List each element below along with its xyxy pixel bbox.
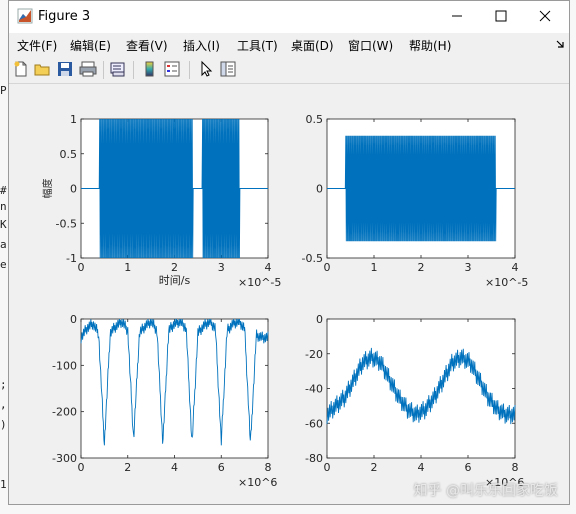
y-tick-label: 1 (70, 113, 77, 126)
minimize-button[interactable] (435, 1, 479, 31)
pointer-icon[interactable] (197, 60, 215, 78)
x-tick-label: 4 (265, 261, 272, 274)
y-tick-label: -200 (52, 406, 77, 419)
bg-fragment: 1 (0, 478, 7, 491)
toolbar-separator (103, 61, 104, 79)
axes-bottom-right[interactable]: 0 2 4 6 8-80-60-40-200×10^6 (305, 313, 524, 489)
axes-top-left[interactable]: 0 1 2 3 4 -1 -0.5 0 0.5 1 ×10^-5 时间/s 幅度 (41, 113, 281, 289)
x-tick-label: 1 (124, 261, 131, 274)
x-tick-label: 2 (171, 261, 178, 274)
x-tick-label: 1 (371, 261, 378, 274)
x-tick-label: 0 (324, 461, 331, 474)
x-tick-label: 0 (78, 461, 85, 474)
minimize-icon (452, 15, 462, 17)
property-editor-icon[interactable] (219, 60, 237, 78)
x-tick-label: 3 (218, 261, 225, 274)
y-tick-label: -60 (305, 417, 323, 430)
figure-canvas: 0 1 2 3 4-1-0.500.51×10^-5时间/s幅度0 1 2 3 4-0.500.… (41, 113, 529, 489)
y-tick-label: -40 (305, 383, 323, 396)
y-tick-label: 0 (70, 183, 77, 196)
series-line (327, 135, 515, 242)
save-icon[interactable] (56, 60, 74, 78)
x-tick-label: 6 (465, 461, 472, 474)
x-tick-label: 4 (418, 461, 425, 474)
axes-frame (80, 318, 269, 459)
x-tick-label: 8 (512, 461, 519, 474)
x-tick-label: 8 (265, 461, 272, 474)
y-axis-label: 幅度 (41, 179, 54, 199)
x-tick-label: 6 (218, 461, 225, 474)
watermark: 知乎 @叫乐乐回家吃饭 (413, 483, 558, 499)
title-bar[interactable]: Figure 3 (9, 1, 569, 33)
menu-tools[interactable]: 工具(T) (237, 37, 278, 54)
menu-insert[interactable]: 插入(I) (183, 37, 220, 54)
y-tick-label: 0 (316, 313, 323, 326)
axes-top-right[interactable]: 0 1 2 3 4-0.500.5×10^-5 (302, 113, 529, 289)
x-axis-label: 时间/s (159, 274, 191, 287)
toolbar-separator (133, 61, 134, 79)
bg-fragment: K (0, 218, 7, 231)
new-figure-icon[interactable] (12, 60, 30, 78)
print-icon[interactable] (79, 60, 97, 78)
x-exponent-label: ×10^6 (238, 476, 277, 489)
y-tick-label: 0.5 (306, 113, 324, 126)
menu-desktop[interactable]: 桌面(D) (291, 37, 334, 54)
menu-edit[interactable]: 编辑(E) (70, 37, 111, 54)
y-tick-label: -80 (305, 452, 323, 465)
bg-fragment: P (0, 84, 7, 97)
close-button[interactable] (523, 1, 567, 31)
x-tick-label: 2 (124, 461, 131, 474)
y-tick-label: 0 (70, 313, 77, 326)
bg-fragment: a (0, 238, 7, 251)
open-file-icon[interactable] (33, 60, 51, 78)
y-tick-label: -100 (52, 359, 77, 372)
y-tick-label: -20 (305, 348, 323, 361)
x-exponent-label: ×10^-5 (238, 276, 281, 289)
menu-file[interactable]: 文件(F) (17, 37, 57, 54)
x-exponent-label: ×10^-5 (485, 276, 528, 289)
figure-window: Figure 3 文件(F) 编辑(E) 查看(V) 插入(I) 工具(T) 桌… (8, 0, 570, 505)
x-tick-label: 2 (418, 261, 425, 274)
window-title: Figure 3 (38, 9, 91, 24)
bg-fragment: n (0, 200, 7, 213)
y-tick-label: -0.5 (302, 252, 323, 265)
menu-bar: 文件(F) 编辑(E) 查看(V) 插入(I) 工具(T) 桌面(D) 窗口(W… (9, 33, 569, 55)
matlab-logo-icon (17, 8, 33, 24)
dock-arrow-icon[interactable] (555, 39, 565, 49)
axes-bottom-left[interactable]: 0 2 4 6 8 -300 -200 -100 0 ×10^6 (52, 313, 277, 489)
bg-fragment: # (0, 184, 7, 197)
menu-help[interactable]: 帮助(H) (409, 37, 451, 54)
toolbar-separator (189, 61, 190, 79)
close-icon (539, 10, 551, 22)
toolbar (9, 57, 569, 84)
x-tick-label: 4 (512, 261, 519, 274)
maximize-button[interactable] (479, 1, 523, 31)
legend-icon[interactable] (163, 60, 181, 78)
y-tick-label: -300 (52, 452, 77, 465)
bg-fragment: ; (0, 378, 7, 391)
x-tick-label: 0 (324, 261, 331, 274)
y-tick-label: -1 (66, 252, 77, 265)
colorbar-icon[interactable] (141, 60, 159, 78)
x-tick-label: 4 (171, 461, 178, 474)
y-tick-label: 0 (316, 183, 323, 196)
x-tick-label: 0 (78, 261, 85, 274)
y-tick-label: -0.5 (56, 217, 77, 230)
x-tick-label: 3 (465, 261, 472, 274)
menu-window[interactable]: 窗口(W) (348, 37, 393, 54)
bg-fragment: ) (0, 418, 7, 431)
bg-fragment: e (0, 258, 7, 271)
menu-view[interactable]: 查看(V) (126, 37, 168, 54)
link-plot-icon[interactable] (109, 60, 127, 78)
bg-fragment: , (0, 398, 7, 411)
maximize-icon (495, 10, 507, 22)
y-tick-label: 0.5 (60, 148, 78, 161)
x-tick-label: 2 (371, 461, 378, 474)
